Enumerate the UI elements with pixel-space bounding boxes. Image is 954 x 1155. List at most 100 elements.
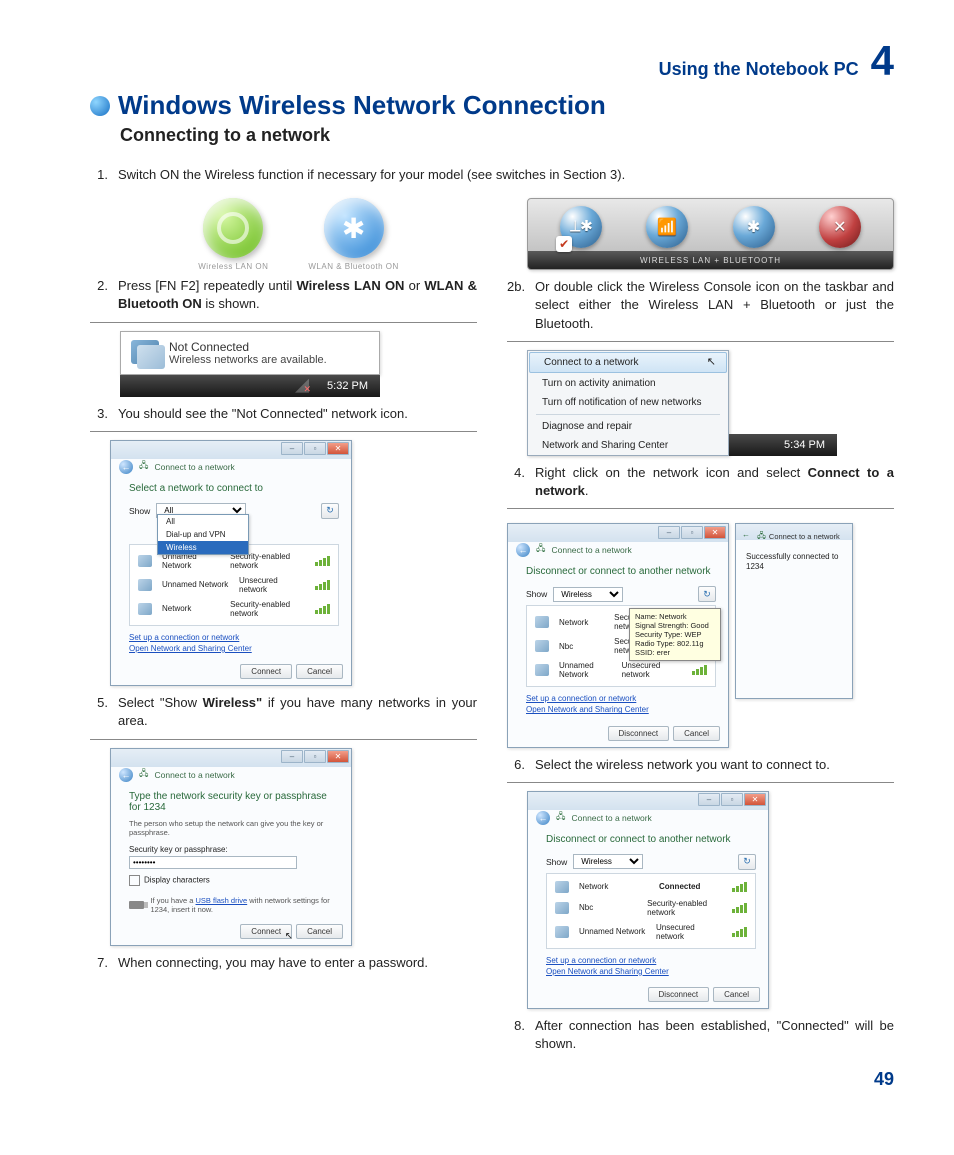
tooltip-title: Not Connected: [169, 340, 327, 354]
back-button: ←: [516, 543, 530, 557]
wlan-orb-icon: [646, 206, 688, 248]
off-orb-icon: [819, 206, 861, 248]
connect-button: Connect: [240, 664, 292, 679]
network-row: Unnamed NetworkUnsecured network: [553, 920, 749, 944]
min-button: –: [281, 442, 303, 455]
disconnect-button: Disconnect: [648, 987, 710, 1002]
usb-icon: [129, 901, 144, 909]
setup-link: Set up a connection or network: [526, 693, 716, 704]
close-button: ✕: [327, 750, 349, 763]
window-heading: Select a network to connect to: [129, 483, 339, 494]
tooltip-body: Wireless networks are available.: [169, 354, 327, 366]
wlan-bt-orb-icon: [560, 206, 602, 248]
show-select: Wireless: [553, 587, 623, 602]
window-heading: Disconnect or connect to another network: [546, 834, 756, 845]
cancel-button: Cancel: [713, 987, 760, 1002]
min-button: –: [281, 750, 303, 763]
refresh-button: ↻: [321, 503, 339, 519]
password-window: –▫✕ ← 🖧 Connect to a network Type the ne…: [110, 748, 352, 946]
step-num: 6.: [507, 756, 525, 774]
cancel-button: Cancel: [673, 726, 720, 741]
step-num: 3.: [90, 405, 108, 423]
max-button: ▫: [721, 793, 743, 806]
bluetooth-on-icon: [324, 198, 384, 258]
connected-window: –▫✕ ← 🖧 Connect to a network Disconnect …: [527, 791, 769, 1009]
step-7: When connecting, you may have to enter a…: [118, 954, 428, 972]
back-button: ←: [536, 811, 550, 825]
step-num: 2b.: [507, 278, 525, 333]
clock: 5:32 PM: [327, 380, 368, 392]
refresh-button: ↻: [698, 586, 716, 602]
success-panel: ← 🖧 Connect to a network Successfully co…: [735, 523, 853, 699]
step-6: Select the wireless network you want to …: [535, 756, 830, 774]
globe-icon: [90, 96, 110, 116]
bt-on-caption: WLAN & Bluetooth ON: [308, 262, 398, 271]
display-chars-label: Display characters: [144, 875, 210, 884]
min-button: –: [658, 526, 680, 539]
step-3: You should see the "Not Connected" netwo…: [118, 405, 408, 423]
key-label: Security key or passphrase:: [129, 845, 339, 854]
menu-notification: Turn off notification of new networks: [528, 393, 728, 412]
usb-hint: If you have a USB flash drive with netwo…: [129, 896, 339, 914]
sharing-center-link: Open Network and Sharing Center: [546, 966, 756, 977]
network-row: NetworkConnected: [553, 878, 749, 896]
select-network-window: –▫✕ ← 🖧 Connect to a network Select a ne…: [110, 440, 352, 686]
page-title: Windows Wireless Network Connection: [90, 90, 894, 121]
step-num: 2.: [90, 277, 108, 313]
title-text: Windows Wireless Network Connection: [118, 90, 606, 121]
network-row: NbcSecurity-enabled network: [553, 896, 749, 920]
sharing-center-link: Open Network and Sharing Center: [129, 643, 339, 654]
step-1: Switch ON the Wireless function if neces…: [118, 166, 625, 184]
sharing-center-link: Open Network and Sharing Center: [526, 704, 716, 715]
choose-network-window: –▫✕ ← 🖧 Connect to a network Disconnect …: [507, 523, 729, 747]
network-icon: [131, 340, 159, 364]
page-number: 49: [90, 1069, 894, 1090]
step-2b: Or double click the Wireless Console ico…: [535, 278, 894, 333]
step-num: 7.: [90, 954, 108, 972]
step-num: 8.: [507, 1017, 525, 1053]
section-header: Using the Notebook PC: [659, 59, 859, 80]
network-tooltip: Name: Network Signal Strength: Good Secu…: [629, 608, 721, 661]
display-chars-checkbox: [129, 875, 140, 886]
clock: 5:34 PM: [784, 439, 825, 451]
max-button: ▫: [304, 442, 326, 455]
menu-connect: Connect to a network↖: [529, 352, 727, 373]
nav-title: Connect to a network: [571, 813, 651, 823]
step-4: Right click on the network icon and sele…: [535, 464, 894, 500]
step-8: After connection has been established, "…: [535, 1017, 894, 1053]
window-subtext: The person who setup the network can giv…: [129, 819, 339, 837]
max-button: ▫: [681, 526, 703, 539]
close-button: ✕: [327, 442, 349, 455]
show-dropdown: All Dial-up and VPN Wireless: [157, 514, 249, 555]
max-button: ▫: [304, 750, 326, 763]
setup-link: Set up a connection or network: [546, 955, 756, 966]
setup-link: Set up a connection or network: [129, 632, 339, 643]
not-connected-figure: Not Connected Wireless networks are avai…: [120, 331, 380, 397]
wlan-on-icon: [203, 198, 263, 258]
back-button: ←: [742, 530, 754, 542]
cancel-button: Cancel: [296, 664, 343, 679]
window-heading: Disconnect or connect to another network: [526, 566, 716, 577]
nav-title: Connect to a network: [154, 770, 234, 780]
network-row: NetworkSecurity-enabled network: [136, 597, 332, 621]
disconnect-button: Disconnect: [608, 726, 670, 741]
refresh-button: ↻: [738, 854, 756, 870]
connect-button: Connect ↖: [240, 924, 292, 939]
show-label: Show: [526, 589, 547, 599]
wireless-badge-figure: Wireless LAN ON WLAN & Bluetooth ON: [120, 198, 477, 271]
close-button: ✕: [704, 526, 726, 539]
close-button: ✕: [744, 793, 766, 806]
wireless-console-figure: WIRELESS LAN + BLUETOOTH: [527, 198, 894, 270]
show-label: Show: [546, 857, 567, 867]
network-row: Unnamed NetworkUnsecured network: [136, 573, 332, 597]
nav-title: Connect to a network: [551, 545, 631, 555]
show-select: Wireless: [573, 854, 643, 869]
context-menu-figure: Connect to a network↖ Turn on activity a…: [527, 350, 894, 456]
wlan-on-caption: Wireless LAN ON: [198, 262, 268, 271]
back-button: ←: [119, 768, 133, 782]
banner-label: WIRELESS LAN + BLUETOOTH: [528, 251, 893, 269]
step-num: 1.: [90, 166, 108, 184]
window-heading: Type the network security key or passphr…: [129, 791, 339, 813]
show-label: Show: [129, 506, 150, 516]
step-5: Select "Show Wireless" if you have many …: [118, 694, 477, 730]
